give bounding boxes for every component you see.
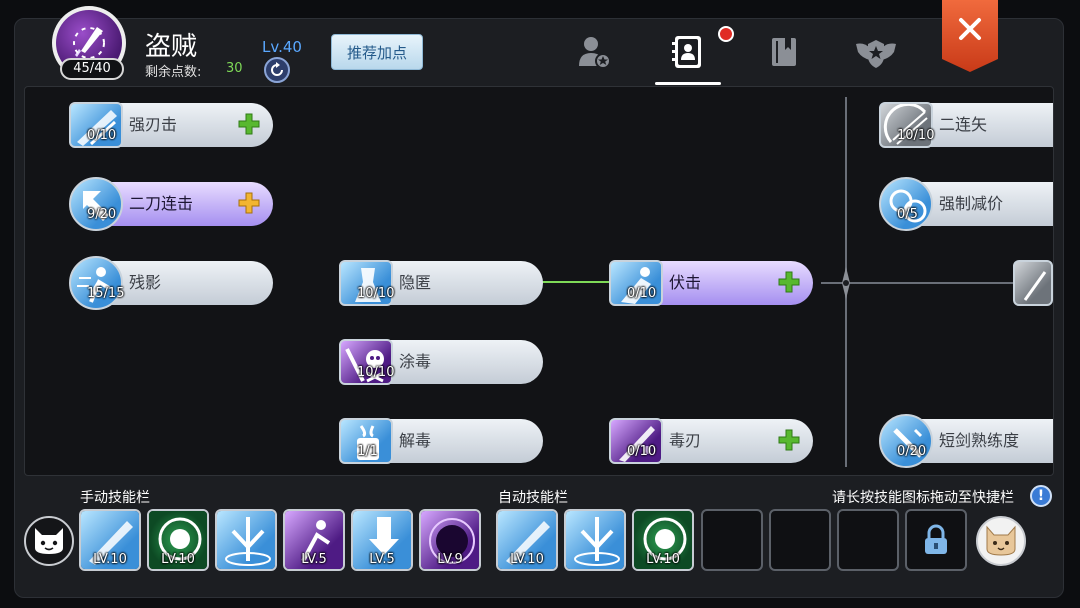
slot-level: LV.5 xyxy=(369,552,395,567)
auto-slot[interactable]: LV.10 xyxy=(496,509,558,571)
skill-tree-panel: 强刃击 0/10 二刀连击 9/20 残影 15/15 隐匿 10/10 涂毒 … xyxy=(24,86,1054,476)
manual-slot[interactable]: LV.5 xyxy=(351,509,413,571)
skill-node[interactable]: 二刀连击 9/20 xyxy=(69,177,273,231)
skill-name: 二连矢 xyxy=(939,115,988,134)
skill-level: 10/10 xyxy=(357,286,395,301)
auto-slot-empty[interactable] xyxy=(837,509,899,571)
skill-name: 涂毒 xyxy=(399,352,432,371)
slot-level: LV.10 xyxy=(510,552,544,567)
notification-dot xyxy=(718,26,734,42)
slot-level: LV.10 xyxy=(646,552,680,567)
auto-slot[interactable] xyxy=(564,509,626,571)
add-point-icon[interactable] xyxy=(777,270,801,294)
skill-node[interactable]: 解毒 1/1 xyxy=(339,418,543,464)
character-level: Lv.40 xyxy=(262,38,302,56)
skill-node-partial[interactable] xyxy=(1013,260,1053,306)
tab-character[interactable] xyxy=(572,30,616,74)
skill-name: 伏击 xyxy=(669,273,702,292)
skill-name: 毒刃 xyxy=(669,431,702,450)
remaining-points-label: 剩余点数: xyxy=(145,65,202,80)
auto-slot[interactable]: LV.10 xyxy=(632,509,694,571)
avatar-count: 45/40 xyxy=(60,58,124,80)
slot-level: LV.5 xyxy=(301,552,327,567)
add-point-icon[interactable] xyxy=(237,191,261,215)
add-point-icon[interactable] xyxy=(237,112,261,136)
skill-level: 9/20 xyxy=(87,207,117,222)
dagger-mastery-icon xyxy=(879,414,933,468)
skill-name: 强刃击 xyxy=(129,115,178,134)
refresh-icon xyxy=(271,62,283,76)
dagger-class-icon xyxy=(73,27,105,59)
remaining-points-value: 30 xyxy=(226,61,243,76)
close-button[interactable] xyxy=(942,0,998,72)
auto-mode-toggle[interactable] xyxy=(976,516,1026,566)
character-star-icon xyxy=(579,37,611,69)
manual-slot[interactable] xyxy=(215,509,277,571)
manual-slot[interactable]: LV.9 xyxy=(419,509,481,571)
whirlwind-blade-icon xyxy=(574,517,620,566)
skill-level: 1/1 xyxy=(357,444,378,459)
double-blade-icon xyxy=(69,177,123,231)
skill-level: 0/10 xyxy=(87,128,117,143)
add-point-icon[interactable] xyxy=(777,428,801,452)
skill-node[interactable]: 伏击 0/10 xyxy=(609,260,813,306)
skill-level: 15/15 xyxy=(87,286,125,301)
reset-points-button[interactable] xyxy=(264,57,290,83)
skill-name: 二刀连击 xyxy=(129,194,194,213)
cat-face-icon xyxy=(35,528,63,554)
skill-name: 隐匿 xyxy=(399,273,432,292)
skill-level: 0/20 xyxy=(897,444,927,459)
skill-book-icon xyxy=(672,36,701,68)
info-icon[interactable]: ! xyxy=(1030,485,1052,507)
lock-icon xyxy=(925,524,947,554)
skill-level: 0/10 xyxy=(627,444,657,459)
skill-level: 0/10 xyxy=(627,286,657,301)
discount-coin-icon xyxy=(879,177,933,231)
manual-slot[interactable]: LV.10 xyxy=(79,509,141,571)
skill-level: 0/5 xyxy=(897,207,918,222)
skill-node[interactable]: 毒刃 0/10 xyxy=(609,418,813,464)
locked-skill-icon xyxy=(1013,260,1053,306)
skill-node[interactable]: 隐匿 10/10 xyxy=(339,260,543,306)
auto-skill-bar-label: 自动技能栏 xyxy=(498,490,568,506)
skill-node[interactable]: 二连矢 10/10 xyxy=(879,102,1053,148)
skill-name: 强制减价 xyxy=(939,194,1004,213)
skill-node[interactable]: 短剑熟练度 0/20 xyxy=(879,414,1053,468)
skill-name: 残影 xyxy=(129,273,162,292)
wings-emblem-icon xyxy=(856,40,896,68)
manual-slot[interactable]: LV.10 xyxy=(147,509,209,571)
close-icon xyxy=(959,18,981,40)
skill-name: 短剑熟练度 xyxy=(939,431,1020,450)
auto-slot-empty[interactable] xyxy=(701,509,763,571)
bookmark-book-icon xyxy=(772,38,796,66)
active-tab-indicator xyxy=(655,82,721,85)
skill-level: 10/10 xyxy=(897,128,935,143)
divider-ornament-icon xyxy=(837,267,855,303)
skill-level: 10/10 xyxy=(357,365,395,380)
recommend-points-button[interactable]: 推荐加点 xyxy=(331,34,423,70)
skill-name: 解毒 xyxy=(399,431,432,450)
tab-skills[interactable] xyxy=(666,30,710,74)
skill-node[interactable]: 强制减价 0/5 xyxy=(879,177,1053,231)
auto-slot-locked[interactable] xyxy=(905,509,967,571)
afterimage-icon xyxy=(69,256,123,310)
manual-slot[interactable]: LV.5 xyxy=(283,509,345,571)
manual-skill-bar-label: 手动技能栏 xyxy=(80,490,150,506)
whirlwind-blade-icon xyxy=(225,517,271,566)
drag-hint-text: 请长按技能图标拖动至快捷栏 xyxy=(832,490,1014,506)
skill-node[interactable]: 涂毒 10/10 xyxy=(339,339,543,385)
cat-mascot-icon xyxy=(986,525,1016,556)
skill-node[interactable]: 残影 15/15 xyxy=(69,256,273,310)
skill-node[interactable]: 强刃击 0/10 xyxy=(69,102,273,148)
manual-mode-toggle[interactable] xyxy=(24,516,74,566)
slot-level: LV.10 xyxy=(161,552,195,567)
slot-level: LV.10 xyxy=(93,552,127,567)
auto-slot-empty[interactable] xyxy=(769,509,831,571)
slot-level: LV.9 xyxy=(437,552,463,567)
class-name: 盗贼 xyxy=(145,32,198,62)
tab-bookmark[interactable] xyxy=(762,30,806,74)
tab-emblem[interactable] xyxy=(854,30,898,74)
